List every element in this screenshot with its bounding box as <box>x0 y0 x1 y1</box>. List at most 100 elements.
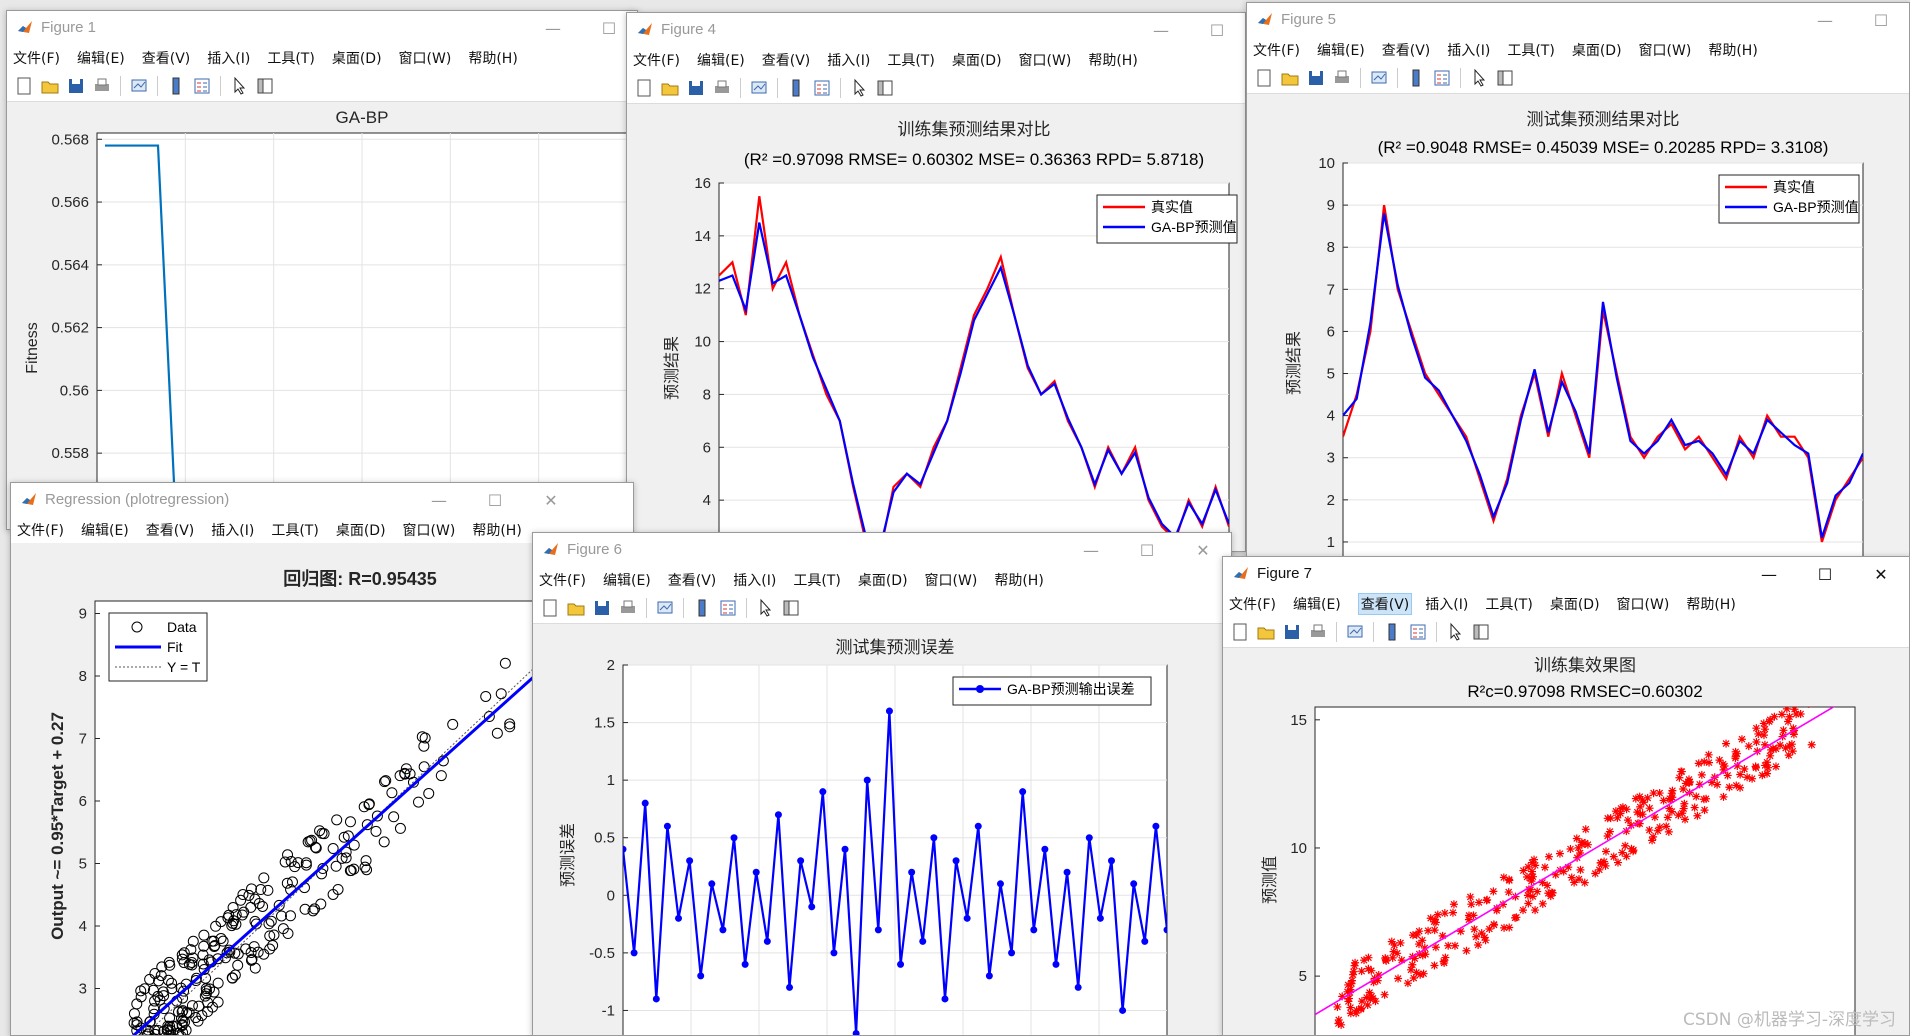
menu-edit[interactable]: 编辑(E) <box>1293 594 1341 614</box>
figure1-window[interactable]: Figure 1 — ☐ 文件(F) 编辑(E) 查看(V) 插入(I) 工具(… <box>6 10 638 530</box>
menu-view[interactable]: 查看(V) <box>1382 40 1431 60</box>
menu-edit[interactable]: 编辑(E) <box>1317 40 1365 60</box>
open-folder-button[interactable] <box>1255 621 1277 643</box>
menu-edit[interactable]: 编辑(E) <box>77 48 125 68</box>
menu-edit[interactable]: 编辑(E) <box>697 50 745 70</box>
menu-desktop[interactable]: 桌面(D) <box>336 520 386 540</box>
menu-window[interactable]: 窗口(W) <box>1617 594 1670 614</box>
open-folder-button[interactable] <box>565 597 587 619</box>
menu-tools[interactable]: 工具(T) <box>793 570 840 590</box>
pointer-button[interactable] <box>1444 621 1466 643</box>
colorbar-button[interactable] <box>1405 67 1427 89</box>
maximize-button[interactable]: ☐ <box>1853 3 1909 37</box>
link-plot-button[interactable] <box>748 77 770 99</box>
figure4-window[interactable]: Figure 4 — ☐ 文件(F) 编辑(E) 查看(V) 插入(I) 工具(… <box>626 12 1246 552</box>
menu-window[interactable]: 窗口(W) <box>1019 50 1072 70</box>
open-folder-button[interactable] <box>39 75 61 97</box>
close-button[interactable]: ✕ <box>1853 557 1909 591</box>
close-button[interactable]: ✕ <box>523 483 579 517</box>
new-file-button[interactable] <box>1229 621 1251 643</box>
open-folder-button[interactable] <box>1279 67 1301 89</box>
print-button[interactable] <box>91 75 113 97</box>
menu-file[interactable]: 文件(F) <box>13 48 60 68</box>
pointer-button[interactable] <box>848 77 870 99</box>
open-folder-button[interactable] <box>659 77 681 99</box>
menu-help[interactable]: 帮助(H) <box>468 48 517 68</box>
legend-button[interactable] <box>1431 67 1453 89</box>
menu-tools[interactable]: 工具(T) <box>267 48 314 68</box>
menu-window[interactable]: 窗口(W) <box>399 48 452 68</box>
print-button[interactable] <box>1307 621 1329 643</box>
print-button[interactable] <box>711 77 733 99</box>
menu-window[interactable]: 窗口(W) <box>925 570 978 590</box>
save-button[interactable] <box>591 597 613 619</box>
minimize-button[interactable]: — <box>525 11 581 45</box>
maximize-button[interactable]: ☐ <box>1189 13 1245 47</box>
menu-edit[interactable]: 编辑(E) <box>603 570 651 590</box>
pointer-button[interactable] <box>754 597 776 619</box>
save-button[interactable] <box>1305 67 1327 89</box>
figure5-window[interactable]: Figure 5 — ☐ 文件(F) 编辑(E) 查看(V) 插入(I) 工具(… <box>1246 2 1910 558</box>
link-plot-button[interactable] <box>128 75 150 97</box>
menu-insert[interactable]: 插入(I) <box>1447 40 1490 60</box>
figure1-titlebar[interactable]: Figure 1 — ☐ <box>7 11 637 45</box>
maximize-button[interactable]: ☐ <box>467 483 523 517</box>
menu-desktop[interactable]: 桌面(D) <box>1572 40 1622 60</box>
save-button[interactable] <box>1281 621 1303 643</box>
menu-view[interactable]: 查看(V) <box>142 48 191 68</box>
minimize-button[interactable]: — <box>1741 557 1797 591</box>
minimize-button[interactable]: — <box>1797 3 1853 37</box>
maximize-button[interactable]: ☐ <box>1119 533 1175 567</box>
link-plot-button[interactable] <box>654 597 676 619</box>
figure6-titlebar[interactable]: Figure 6 — ☐ ✕ <box>533 533 1231 567</box>
legend-button[interactable] <box>1407 621 1429 643</box>
colorbar-button[interactable] <box>785 77 807 99</box>
menu-desktop[interactable]: 桌面(D) <box>332 48 382 68</box>
property-editor-button[interactable] <box>874 77 896 99</box>
property-editor-button[interactable] <box>1470 621 1492 643</box>
menu-window[interactable]: 窗口(W) <box>1639 40 1692 60</box>
menu-file[interactable]: 文件(F) <box>1229 594 1276 614</box>
menu-help[interactable]: 帮助(H) <box>1686 594 1735 614</box>
menu-tools[interactable]: 工具(T) <box>1485 594 1532 614</box>
minimize-button[interactable]: — <box>1133 13 1189 47</box>
legend-button[interactable] <box>811 77 833 99</box>
figure4-titlebar[interactable]: Figure 4 — ☐ <box>627 13 1245 47</box>
menu-file[interactable]: 文件(F) <box>17 520 64 540</box>
menu-help[interactable]: 帮助(H) <box>994 570 1043 590</box>
minimize-button[interactable]: — <box>1063 533 1119 567</box>
new-file-button[interactable] <box>539 597 561 619</box>
maximize-button[interactable]: ☐ <box>1797 557 1853 591</box>
menu-file[interactable]: 文件(F) <box>633 50 680 70</box>
menu-desktop[interactable]: 桌面(D) <box>1550 594 1600 614</box>
menu-view[interactable]: 查看(V) <box>668 570 717 590</box>
colorbar-button[interactable] <box>691 597 713 619</box>
new-file-button[interactable] <box>13 75 35 97</box>
minimize-button[interactable]: — <box>411 483 467 517</box>
menu-insert[interactable]: 插入(I) <box>211 520 254 540</box>
menu-file[interactable]: 文件(F) <box>539 570 586 590</box>
property-editor-button[interactable] <box>780 597 802 619</box>
property-editor-button[interactable] <box>254 75 276 97</box>
menu-tools[interactable]: 工具(T) <box>887 50 934 70</box>
menu-desktop[interactable]: 桌面(D) <box>858 570 908 590</box>
menu-window[interactable]: 窗口(W) <box>403 520 456 540</box>
pointer-button[interactable] <box>228 75 250 97</box>
property-editor-button[interactable] <box>1494 67 1516 89</box>
link-plot-button[interactable] <box>1368 67 1390 89</box>
figure7-titlebar[interactable]: Figure 7 — ☐ ✕ <box>1223 557 1909 591</box>
menu-help[interactable]: 帮助(H) <box>1088 50 1137 70</box>
menu-view[interactable]: 查看(V) <box>1357 593 1413 615</box>
colorbar-button[interactable] <box>1381 621 1403 643</box>
figure7-window[interactable]: Figure 7 — ☐ ✕ 文件(F) 编辑(E) 查看(V) 插入(I) 工… <box>1222 556 1910 1036</box>
menu-insert[interactable]: 插入(I) <box>733 570 776 590</box>
pointer-button[interactable] <box>1468 67 1490 89</box>
save-button[interactable] <box>65 75 87 97</box>
menu-help[interactable]: 帮助(H) <box>1708 40 1757 60</box>
menu-view[interactable]: 查看(V) <box>762 50 811 70</box>
legend-button[interactable] <box>717 597 739 619</box>
save-button[interactable] <box>685 77 707 99</box>
print-button[interactable] <box>1331 67 1353 89</box>
print-button[interactable] <box>617 597 639 619</box>
new-file-button[interactable] <box>1253 67 1275 89</box>
